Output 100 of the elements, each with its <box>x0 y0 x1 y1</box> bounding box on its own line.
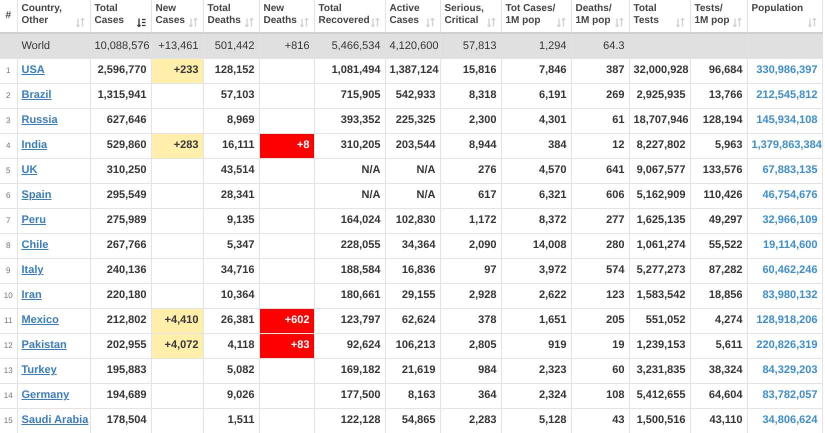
country-link[interactable]: Italy <box>22 264 44 276</box>
country-link[interactable]: Brazil <box>22 89 52 102</box>
table-cell: 228,055 <box>314 233 385 258</box>
row-number: 2 <box>0 83 17 108</box>
table-cell: 96,684 <box>690 58 747 83</box>
table-cell: 240,136 <box>90 258 151 283</box>
table-cell: 7,846 <box>501 58 571 83</box>
table-cell: 128,194 <box>690 108 747 133</box>
table-cell: 128,918,206 <box>747 308 822 333</box>
table-cell: 3,231,835 <box>629 358 690 383</box>
table-cell: 5,128 <box>501 408 571 433</box>
country-link[interactable]: Peru <box>22 214 46 226</box>
country-link[interactable]: USA <box>22 64 45 76</box>
table-cell: 18,707,946 <box>629 108 690 133</box>
country-link[interactable]: Saudi Arabia <box>22 414 88 426</box>
table-cell: 2,805 <box>440 333 501 358</box>
country-link[interactable]: Pakistan <box>22 339 67 352</box>
table-cell: 1,315,941 <box>90 83 151 108</box>
row-number: 6 <box>0 183 17 208</box>
column-header[interactable]: Total Cases <box>94 3 124 27</box>
table-cell: 393,352 <box>314 108 385 133</box>
table-cell: 83,980,132 <box>747 283 822 308</box>
column-header[interactable]: New Cases <box>156 3 185 27</box>
column-header[interactable]: Country, Other <box>22 3 62 27</box>
table-cell: 2,283 <box>440 408 501 433</box>
table-cell: 60 <box>571 358 629 383</box>
table-cell: 62,624 <box>385 308 440 333</box>
column-header[interactable]: Active Cases <box>390 3 420 27</box>
column-header[interactable]: # <box>5 10 12 22</box>
country-link[interactable]: Germany <box>22 389 70 402</box>
table-cell: 21,619 <box>385 358 440 383</box>
table-cell: 212,545,812 <box>747 83 822 108</box>
table-cell: 19,114,600 <box>747 233 822 258</box>
table-cell: +83 <box>259 333 314 358</box>
table-cell: 2,300 <box>440 108 501 133</box>
table-cell: 34,806,624 <box>747 408 822 433</box>
table-cell: 1,625,135 <box>629 208 690 233</box>
table-cell: 32,000,928 <box>629 58 690 83</box>
country-link[interactable]: Chile <box>22 239 48 252</box>
table-cell: +8 <box>259 133 314 158</box>
table-cell: 501,442 <box>203 33 259 58</box>
column-header[interactable]: Serious, Critical <box>444 3 484 27</box>
column-header[interactable]: Total Tests <box>634 3 659 27</box>
table-cell: 108 <box>571 383 629 408</box>
table-cell: 1,387,124 <box>385 58 440 83</box>
table-cell: +4,072 <box>151 333 203 358</box>
country-link[interactable]: Russia <box>22 114 58 126</box>
row-number: 13 <box>0 358 17 383</box>
table-cell: 3,972 <box>501 258 571 283</box>
table-cell: 1,294 <box>501 33 571 58</box>
country-link[interactable]: UK <box>22 164 38 176</box>
table-cell: 28,341 <box>203 183 259 208</box>
table-cell: 9,067,577 <box>629 158 690 183</box>
table-cell: 8,163 <box>385 383 440 408</box>
table-cell: 4,570 <box>501 158 571 183</box>
table-cell: 14,008 <box>501 233 571 258</box>
table-cell: 364 <box>440 383 501 408</box>
row-number: 7 <box>0 208 17 233</box>
table-cell: 2,324 <box>501 383 571 408</box>
table-cell: 194,689 <box>90 383 151 408</box>
table-cell: 64.3 <box>571 33 629 58</box>
table-cell: 10,364 <box>203 283 259 308</box>
column-header[interactable]: Deaths/ 1M pop <box>576 3 612 27</box>
column-header[interactable]: New Deaths <box>264 3 297 27</box>
table-cell: 1,583,542 <box>629 283 690 308</box>
table-cell: 123,797 <box>314 308 385 333</box>
column-header[interactable]: Total Deaths <box>208 3 241 27</box>
table-cell: 220,826,319 <box>747 333 822 358</box>
country-link[interactable]: Spain <box>22 189 52 202</box>
table-cell: 60,462,246 <box>747 258 822 283</box>
table-cell: 203,544 <box>385 133 440 158</box>
table-cell: N/A <box>314 158 385 183</box>
table-cell: N/A <box>385 183 440 208</box>
table-cell: 5,466,534 <box>314 33 385 58</box>
table-cell: 276 <box>440 158 501 183</box>
table-cell: 8,969 <box>203 108 259 133</box>
table-cell: 122,128 <box>314 408 385 433</box>
table-cell: 627,646 <box>90 108 151 133</box>
table-cell: 29,155 <box>385 283 440 308</box>
table-cell: 87,282 <box>690 258 747 283</box>
country-link[interactable]: Turkey <box>22 364 57 376</box>
table-cell: 1,651 <box>501 308 571 333</box>
country-link[interactable]: India <box>22 139 48 152</box>
country-link[interactable]: Iran <box>22 289 42 302</box>
table-cell: 43,514 <box>203 158 259 183</box>
column-header[interactable]: Tests/ 1M pop <box>694 3 730 27</box>
row-number: 3 <box>0 108 17 133</box>
country-link[interactable]: Mexico <box>22 314 59 326</box>
row-number: 5 <box>0 158 17 183</box>
table-cell: 225,325 <box>385 108 440 133</box>
table-cell: 16,836 <box>385 258 440 283</box>
table-cell: 195,883 <box>90 358 151 383</box>
sort-icon[interactable] <box>136 18 146 27</box>
column-header[interactable]: Total Recovered <box>318 3 370 27</box>
table-cell: +13,461 <box>151 33 203 58</box>
row-number: 1 <box>0 58 17 83</box>
column-header[interactable]: Population <box>752 3 804 15</box>
table-cell: 606 <box>571 183 629 208</box>
table-cell: 16,111 <box>203 133 259 158</box>
column-header[interactable]: Tot Cases/ 1M pop <box>506 3 556 27</box>
